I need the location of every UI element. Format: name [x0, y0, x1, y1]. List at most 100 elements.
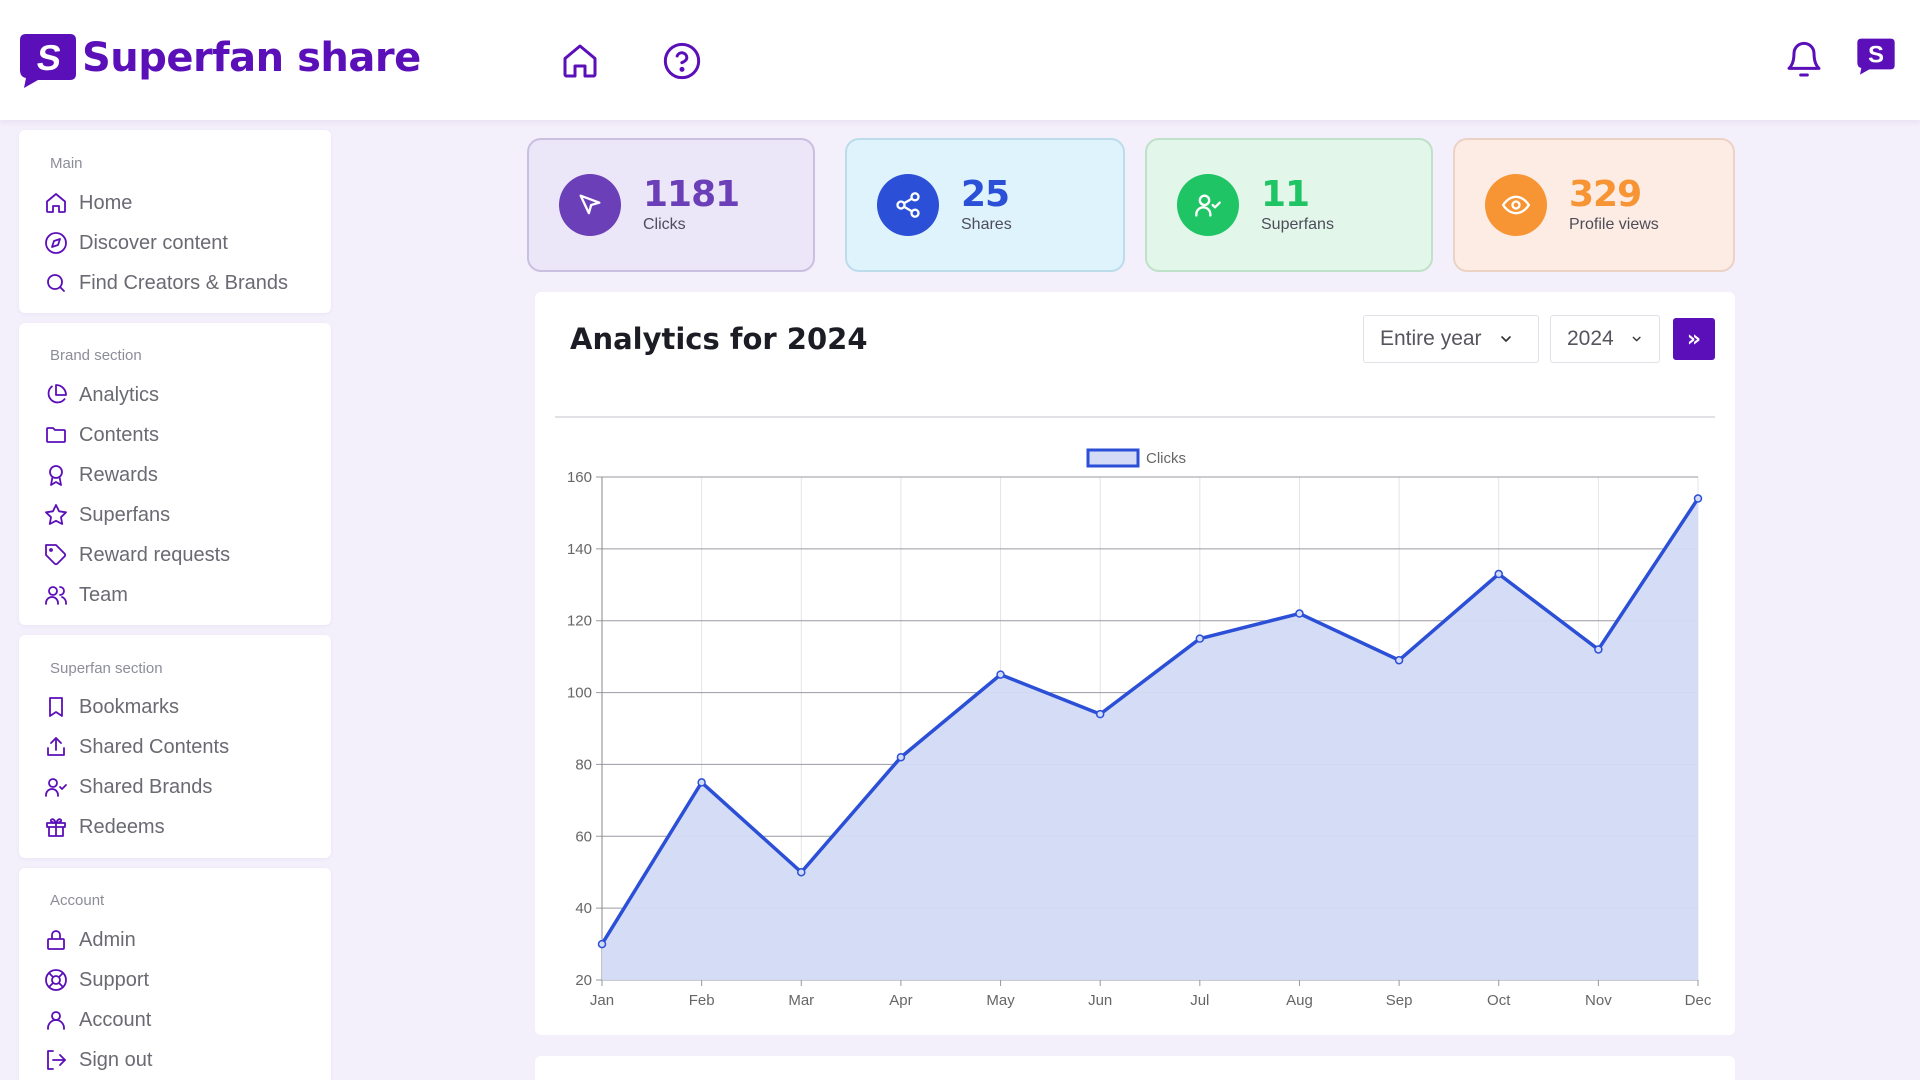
stat-label: Clicks: [643, 216, 686, 233]
sidebar-item-analytics[interactable]: Analytics: [43, 377, 319, 413]
analytics-panel: Analytics for 2024 Entire year 2024 » Ja…: [535, 292, 1735, 1035]
data-point[interactable]: [1195, 634, 1205, 643]
logo-icon: S: [18, 30, 78, 88]
stat-label: Superfans: [1261, 216, 1334, 233]
sidebar-item-reward-requests[interactable]: Reward requests: [43, 537, 319, 573]
data-point[interactable]: [996, 670, 1005, 679]
data-point[interactable]: [1494, 569, 1503, 579]
tag-icon: [43, 542, 69, 568]
sidebar-item-label: Find Creators & Brands: [79, 271, 288, 294]
pie-chart-icon: [43, 382, 69, 408]
sidebar-item-label: Superfans: [79, 503, 171, 526]
sidebar-item-redeems[interactable]: Redeems: [43, 809, 319, 845]
sidebar-section-title: Brand section: [50, 347, 142, 364]
stat-value: 1181: [643, 174, 740, 215]
sidebar-section-superfan: Superfan section Bookmarks Shared Conten…: [19, 635, 331, 858]
help-nav-button[interactable]: [659, 38, 705, 84]
sidebar-item-team[interactable]: Team: [43, 577, 319, 613]
x-tick-label: Dec: [1685, 992, 1712, 1009]
sidebar-item-label: Bookmarks: [79, 695, 180, 718]
sidebar-item-label: Support: [79, 968, 150, 991]
y-tick-label: 160: [567, 469, 592, 486]
y-tick-label: 60: [575, 828, 592, 845]
sidebar-item-find-creators-brands[interactable]: Find Creators & Brands: [43, 265, 319, 301]
app-logo[interactable]: S Superfan share: [18, 30, 421, 88]
user-avatar[interactable]: S: [1855, 36, 1897, 76]
clicks-area: [602, 498, 1698, 980]
stat-card-clicks[interactable]: 1181 Clicks: [527, 138, 815, 272]
gift-icon: [43, 814, 69, 840]
share-upload-icon: [43, 734, 69, 760]
sidebar-item-label: Admin: [79, 928, 136, 951]
help-icon: [663, 42, 701, 80]
sidebar-item-label: Shared Contents: [79, 735, 230, 758]
sidebar-item-label: Rewards: [79, 463, 158, 486]
x-tick-label: Aug: [1286, 992, 1313, 1009]
lock-icon: [43, 927, 69, 953]
bell-icon: [1787, 41, 1821, 77]
stat-card-superfans[interactable]: 11 Superfans: [1145, 138, 1433, 272]
sidebar-item-superfans[interactable]: Superfans: [43, 497, 319, 533]
data-point[interactable]: [797, 867, 806, 877]
data-point[interactable]: [597, 939, 607, 949]
data-point[interactable]: [697, 778, 706, 787]
sidebar-item-label: Account: [79, 1008, 152, 1031]
x-tick-label: Jul: [1190, 992, 1209, 1009]
lifebuoy-icon: [43, 967, 69, 993]
stat-card-profile-views[interactable]: 329 Profile views: [1453, 138, 1735, 272]
x-tick-label: Feb: [689, 992, 715, 1009]
sidebar-item-shared-brands[interactable]: Shared Brands: [43, 769, 319, 805]
sidebar-item-label: Analytics: [79, 383, 160, 406]
x-tick-label: Mar: [788, 992, 814, 1009]
search-icon: [43, 270, 69, 296]
sidebar-item-label: Sign out: [79, 1048, 153, 1071]
sidebar-item-label: Discover content: [79, 231, 228, 254]
sidebar-section-account: Account Admin Support Account Sign out: [19, 868, 331, 1080]
cursor-icon: [559, 174, 621, 236]
sidebar-section-main: Main Home Discover content Find Creators…: [19, 130, 331, 313]
x-tick-label: Oct: [1487, 992, 1511, 1009]
stat-label: Profile views: [1569, 216, 1659, 233]
stat-value: 329: [1569, 174, 1642, 215]
sidebar-item-bookmarks[interactable]: Bookmarks: [43, 689, 319, 725]
data-point[interactable]: [896, 752, 906, 762]
sidebar-item-contents[interactable]: Contents: [43, 417, 319, 453]
data-point[interactable]: [1095, 709, 1105, 719]
home-icon: [563, 44, 597, 78]
y-tick-label: 140: [567, 541, 592, 558]
notifications-button[interactable]: [1784, 40, 1824, 80]
award-icon: [43, 462, 69, 488]
sidebar-item-sign-out[interactable]: Sign out: [43, 1042, 319, 1078]
clicks-chart: Jan Feb Mar Apr May Jun Jul Aug Sep Oct Nov Dec 20 40…: [567, 448, 1712, 1009]
user-check-icon: [1177, 174, 1239, 236]
sidebar-item-label: Team: [79, 583, 128, 606]
folder-icon: [43, 422, 69, 448]
sidebar-item-home[interactable]: Home: [43, 185, 319, 221]
user-icon: [43, 1007, 69, 1033]
x-tick-label: Jun: [1088, 992, 1112, 1009]
chart-legend: Clicks: [1086, 448, 1186, 468]
star-icon: [43, 502, 69, 528]
sidebar-section-title: Superfan section: [50, 660, 163, 677]
data-point[interactable]: [1295, 609, 1304, 618]
sidebar-item-shared-contents[interactable]: Shared Contents: [43, 729, 319, 765]
x-tick-label: Sep: [1386, 992, 1413, 1009]
sidebar-section-title: Account: [50, 892, 105, 909]
home-nav-button[interactable]: [557, 38, 603, 84]
sidebar-item-admin[interactable]: Admin: [43, 922, 319, 958]
data-point[interactable]: [1693, 494, 1703, 503]
compass-icon: [43, 230, 69, 256]
x-tick-label: Apr: [889, 992, 912, 1009]
data-point[interactable]: [1394, 655, 1404, 665]
app-name: Superfan share: [82, 35, 421, 81]
sidebar-item-account[interactable]: Account: [43, 1002, 319, 1038]
data-point[interactable]: [1594, 645, 1603, 654]
sidebar-item-discover-content[interactable]: Discover content: [43, 225, 319, 261]
sidebar-item-rewards[interactable]: Rewards: [43, 457, 319, 493]
sidebar-item-label: Shared Brands: [79, 775, 213, 798]
sidebar-item-support[interactable]: Support: [43, 962, 319, 998]
stat-card-shares[interactable]: 25 Shares: [845, 138, 1125, 272]
stat-label: Shares: [961, 216, 1012, 233]
sidebar-item-label: Contents: [79, 423, 160, 446]
user-check-icon: [43, 774, 69, 800]
